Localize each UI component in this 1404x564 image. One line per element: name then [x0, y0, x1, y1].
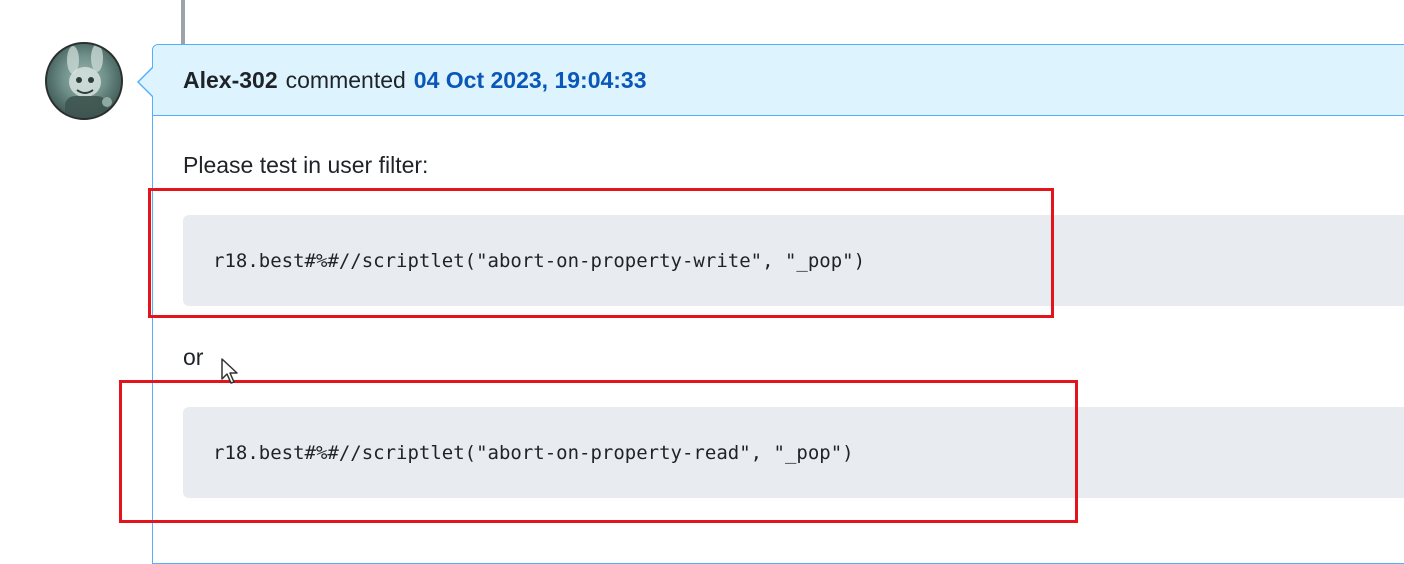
- comment-header: Alex-302 commented 04 Oct 2023, 19:04:33: [153, 45, 1404, 116]
- comment-action: commented: [285, 66, 406, 93]
- avatar-image: [65, 44, 112, 118]
- mouse-pointer-icon: [221, 358, 238, 384]
- separator-text: or: [183, 344, 204, 370]
- intro-text: Please test in user filter:: [183, 152, 429, 178]
- avatar[interactable]: [45, 42, 123, 120]
- timeline-line: [181, 0, 185, 44]
- highlight-box-2: [119, 380, 1078, 523]
- comment-author[interactable]: Alex-302: [183, 67, 278, 94]
- comment-pointer-fill: [139, 68, 153, 96]
- comment-timestamp[interactable]: 04 Oct 2023, 19:04:33: [414, 67, 647, 94]
- highlight-box-1: [148, 188, 1054, 318]
